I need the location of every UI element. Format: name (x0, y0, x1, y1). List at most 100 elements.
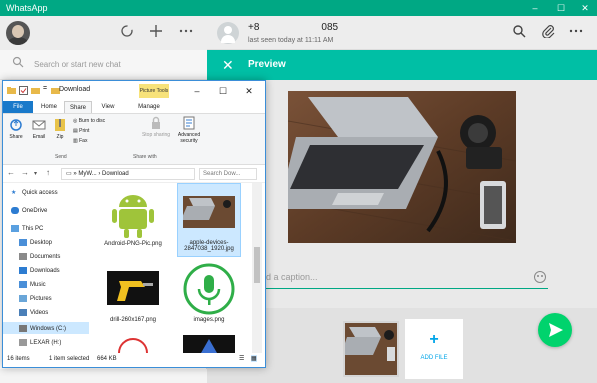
contact-name: +8 085 (248, 22, 339, 33)
nav-onedrive[interactable]: OneDrive (11, 207, 47, 214)
image-thumbnail (183, 186, 235, 238)
zip-button[interactable]: Zip (51, 118, 69, 140)
new-chat-icon[interactable] (147, 24, 165, 42)
send-button[interactable] (538, 313, 572, 347)
ribbon: Share Email Zip ◎ Burn to disc ▤ Print ▥… (3, 113, 265, 165)
zip-icon (55, 119, 65, 131)
email-button[interactable]: Email (28, 118, 50, 140)
android-icon (107, 187, 159, 239)
pictures-icon (19, 295, 27, 302)
ribbon-tabs: File Home Share View Manage (3, 101, 265, 113)
documents-icon (19, 253, 27, 260)
add-file-label: ADD FILE (420, 355, 448, 361)
nav-pictures[interactable]: Pictures (19, 295, 52, 302)
file-item-selected[interactable]: apple-devices-2847038_1920.jpg (177, 183, 241, 257)
emoji-icon[interactable] (534, 271, 546, 283)
videos-icon (19, 309, 27, 316)
tab-home[interactable]: Home (37, 101, 61, 113)
last-seen: last seen today at 11:11 AM (248, 37, 334, 44)
chevron-down-icon[interactable]: ▾ (34, 170, 37, 177)
nav-desktop[interactable]: Desktop (19, 239, 52, 246)
usb-drive-icon (19, 339, 27, 346)
chat-header[interactable]: +8 085 last seen today at 11:11 AM (207, 16, 597, 50)
plus-icon: + (429, 331, 439, 348)
file-item[interactable]: Android-PNG-Pic.png (101, 185, 165, 247)
share-button[interactable]: Share (5, 118, 27, 140)
search-input[interactable]: Search or start new chat (34, 60, 121, 69)
attachment-thumbnail[interactable] (343, 321, 399, 377)
search-bar[interactable]: Search or start new chat (0, 50, 207, 80)
advanced-security-button[interactable]: Advanced security (173, 116, 205, 144)
profile-header (0, 16, 207, 50)
drive-icon (19, 325, 27, 332)
send-icon (549, 323, 563, 337)
maximize-button[interactable]: ☐ (215, 85, 231, 97)
minimize-button[interactable]: – (189, 85, 205, 97)
image-thumbnail (183, 335, 235, 353)
group-share-with-label: Share with (133, 154, 157, 160)
explorer-search-input[interactable]: Search Dow... (199, 168, 257, 180)
close-button[interactable]: ✕ (570, 1, 597, 15)
add-file-button[interactable]: + ADD FILE (405, 319, 463, 379)
address-bar[interactable]: ▭ » MyW... › Download (61, 168, 195, 180)
folder-icon (31, 88, 40, 94)
back-arrow-icon[interactable]: ← (7, 168, 15, 177)
nav-documents[interactable]: Documents (19, 253, 60, 260)
address-row: ← → ▾ ↑ ▭ » MyW... › Download Search Dow… (3, 165, 265, 183)
nav-videos[interactable]: Videos (19, 309, 48, 316)
music-icon (19, 281, 27, 288)
nav-downloads[interactable]: Downloads (19, 267, 60, 274)
search-icon[interactable] (510, 24, 528, 42)
print-button[interactable]: ▤ Print (73, 128, 89, 134)
menu-icon[interactable] (177, 24, 195, 42)
selected-count: 1 item selected (49, 356, 90, 362)
burn-to-disc-button[interactable]: ◎ Burn to disc (73, 118, 105, 124)
scrollbar[interactable] (252, 183, 262, 353)
checkbox-icon (19, 86, 28, 95)
file-explorer-window: = Download Picture Tools – ☐ ✕ File Home… (2, 80, 266, 368)
share-icon (10, 119, 22, 131)
contact-avatar[interactable] (217, 22, 239, 44)
close-button[interactable]: ✕ (241, 85, 257, 97)
explorer-titlebar: = Download Picture Tools – ☐ ✕ (3, 81, 265, 101)
search-icon (12, 56, 28, 72)
nav-music[interactable]: Music (19, 281, 46, 288)
nav-windows-c[interactable]: Windows (C:) (3, 322, 89, 334)
caption-input[interactable]: Add a caption... (255, 272, 547, 286)
whatsapp-titlebar: WhatsApp – ☐ ✕ (0, 0, 597, 16)
status-bar: 16 items 1 item selected 664 KB ☰ ▦ (3, 353, 265, 367)
refresh-icon[interactable] (118, 24, 136, 42)
tab-share[interactable]: Share (64, 101, 92, 113)
preview-title: Preview (248, 59, 286, 70)
stop-sharing-button: Stop sharing (141, 116, 171, 138)
chat-list-footer (0, 369, 207, 383)
preview-bar: ✕ Preview (207, 50, 597, 80)
file-item[interactable]: images.png (177, 261, 241, 323)
computer-icon (11, 225, 19, 232)
nav-lexar-h[interactable]: LEXAR (H:) (19, 339, 61, 346)
attach-icon[interactable] (539, 24, 557, 42)
nav-quick-access[interactable]: ★ Quick access (11, 189, 58, 196)
caption-underline (252, 288, 548, 289)
item-count: 16 items (7, 356, 30, 362)
close-icon[interactable]: ✕ (222, 56, 234, 74)
forward-arrow-icon[interactable]: → (21, 168, 29, 177)
fax-button[interactable]: ▥ Fax (73, 138, 87, 144)
file-item[interactable] (101, 333, 165, 353)
screen: WhatsApp – ☐ ✕ Search or start new chat (0, 0, 597, 383)
file-item[interactable] (177, 333, 241, 353)
cloud-icon (11, 207, 19, 214)
up-arrow-icon[interactable]: ↑ (46, 168, 50, 177)
details-view-icon[interactable]: ☰ (239, 355, 244, 362)
tab-manage[interactable]: Manage (131, 101, 167, 113)
tab-file[interactable]: File (3, 101, 33, 113)
tab-view[interactable]: View (95, 101, 121, 113)
preview-image (288, 91, 516, 243)
group-send-label: Send (55, 154, 67, 160)
file-item[interactable]: drill-260x167.png (101, 261, 165, 323)
avatar[interactable] (6, 21, 30, 45)
large-icons-view-icon[interactable]: ▦ (251, 355, 257, 362)
nav-this-pc[interactable]: This PC (11, 225, 43, 232)
menu-icon[interactable] (567, 24, 585, 42)
downloads-icon (19, 267, 27, 274)
